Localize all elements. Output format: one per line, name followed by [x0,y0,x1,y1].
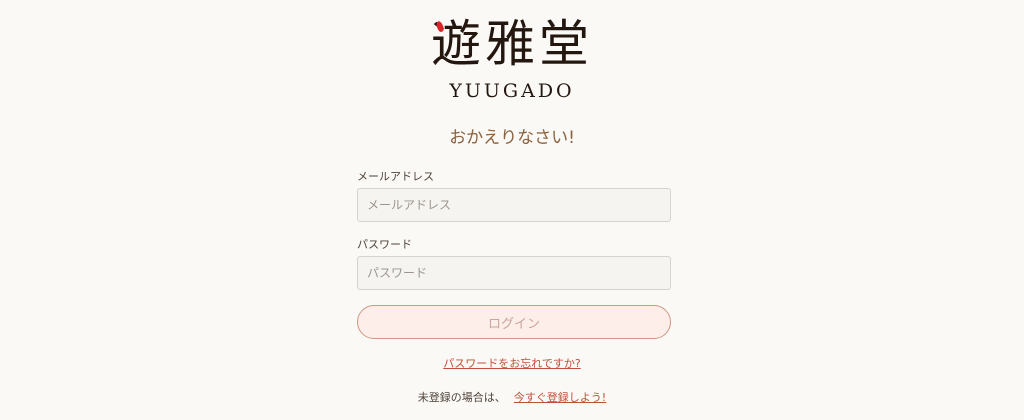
forgot-password-row: パスワードをお忘れですか? [0,356,1024,372]
signup-link[interactable]: 今すぐ登録しよう! [514,391,606,404]
email-input[interactable] [357,188,671,222]
password-label: パスワード [357,238,412,251]
password-field-group: パスワード [357,237,671,290]
password-input[interactable] [357,256,671,290]
welcome-heading: おかえりなさい! [449,128,575,148]
login-page: 遊雅堂 YUUGADO おかえりなさい! メールアドレス パスワード ログイン … [0,0,1024,420]
email-label: メールアドレス [357,170,434,183]
brand-logo: 遊雅堂 [431,15,593,73]
login-button[interactable]: ログイン [357,305,671,339]
signup-row: 未登録の場合は、 今すぐ登録しよう! [0,390,1024,406]
signup-prompt-text: 未登録の場合は、 [417,391,506,404]
email-field-group: メールアドレス [357,169,671,222]
forgot-password-link[interactable]: パスワードをお忘れですか? [443,357,581,370]
brand-logo-roman: YUUGADO [449,80,575,102]
